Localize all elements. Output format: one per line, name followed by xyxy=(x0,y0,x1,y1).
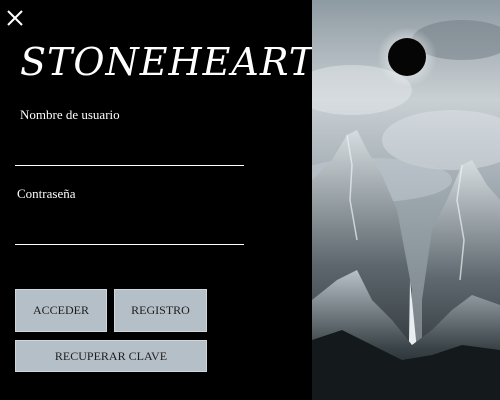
mountain-landscape-image xyxy=(312,0,500,400)
login-button[interactable]: ACCEDER xyxy=(15,289,107,332)
username-input[interactable] xyxy=(15,141,244,166)
password-label: Contraseña xyxy=(17,186,76,201)
register-button[interactable]: REGISTRO xyxy=(114,289,207,332)
landscape-artwork xyxy=(312,0,500,400)
login-panel: STONEHEARTH Nombre de usuario Contraseña… xyxy=(0,0,350,400)
password-input[interactable] xyxy=(15,220,244,245)
close-icon[interactable] xyxy=(5,8,25,28)
app-logo: STONEHEARTH xyxy=(20,40,350,84)
recover-password-button[interactable]: RECUPERAR CLAVE xyxy=(15,340,207,372)
username-label: Nombre de usuario xyxy=(20,107,120,122)
